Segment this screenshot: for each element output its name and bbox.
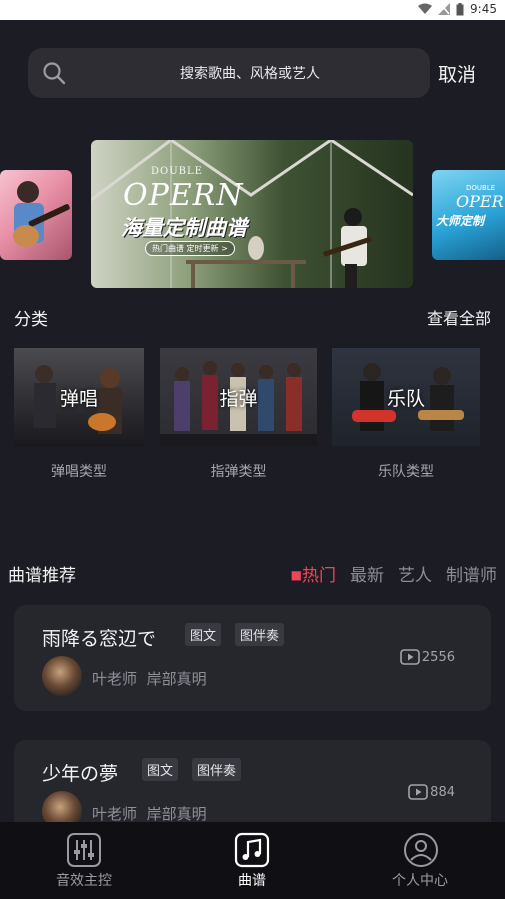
banner-right-peek[interactable]: DOUBLE OPER 大师定制 [432, 170, 505, 260]
category-band[interactable]: 乐队 乐队类型 [332, 348, 480, 481]
tab-artists[interactable]: 艺人 [398, 561, 432, 586]
right-card-brand: OPER [456, 192, 504, 211]
category-caption: 指弹类型 [210, 464, 267, 480]
cancel-button[interactable]: 取消 [438, 60, 476, 87]
recommend-title: 曲谱推荐 [8, 566, 76, 586]
category-thumb-label: 指弹 [219, 387, 258, 410]
category-singing[interactable]: 弹唱 弹唱类型 [14, 348, 144, 481]
bottom-nav: 音效主控 曲谱 个人中心 [0, 822, 505, 899]
music-note-icon [234, 832, 270, 868]
user-icon [404, 833, 438, 867]
avatar [42, 656, 82, 696]
category-thumb-label: 乐队 [386, 387, 425, 410]
banner-main[interactable]: DOUBLE OPERN 海量定制曲谱 热门曲谱 定时更新 > [91, 140, 413, 288]
score-author: 叶老师 岸部真明 [92, 805, 207, 823]
search-row: 取消 [0, 48, 505, 100]
score-tag: 图伴奏 [192, 758, 242, 781]
status-icons: 9:45 [418, 2, 497, 16]
category-caption: 乐队类型 [378, 464, 434, 480]
score-card[interactable]: 雨降る窓辺で 图文 图伴奏 叶老师 岸部真明 2556 [14, 605, 491, 711]
banner-brand-small: DOUBLE [151, 166, 203, 177]
category-thumb: 乐队 [332, 348, 480, 446]
search-input[interactable] [78, 48, 422, 100]
recommend-tabs: ■热门 最新 艺人 制谱师 [291, 561, 497, 586]
category-fingerstyle[interactable]: 指弹 指弹类型 [160, 348, 317, 481]
search-box[interactable] [28, 48, 430, 100]
guitar-girl-image [13, 181, 70, 247]
mixer-icon [67, 833, 101, 867]
tab-arrangers[interactable]: 制谱师 [446, 561, 497, 586]
score-tag: 图伴奏 [235, 623, 285, 646]
nav-label: 音效主控 [56, 873, 112, 889]
banner-left-peek[interactable] [0, 170, 72, 260]
search-icon [43, 62, 66, 85]
tab-hot[interactable]: ■热门 [291, 561, 336, 586]
play-icon [408, 784, 428, 800]
nav-sound-master[interactable]: 音效主控 [0, 822, 168, 899]
banner-pill: 热门曲谱 定时更新 > [145, 241, 235, 256]
category-thumb: 指弹 [160, 348, 317, 446]
play-count: 884 [408, 784, 455, 800]
nav-scores[interactable]: 曲谱 [168, 822, 336, 899]
play-icon [400, 649, 420, 665]
play-count: 2556 [400, 649, 455, 665]
score-author: 叶老师 岸部真明 [92, 670, 207, 688]
no-signal-icon [438, 3, 451, 15]
nav-profile[interactable]: 个人中心 [336, 822, 505, 899]
score-tag: 图文 [185, 623, 222, 646]
status-time: 9:45 [470, 2, 497, 16]
play-count-value: 884 [430, 784, 455, 800]
category-caption: 弹唱类型 [51, 464, 107, 480]
right-card-brand-small: DOUBLE [466, 184, 496, 192]
banner-brand: OPERN [123, 178, 244, 213]
score-title: 雨降る窓辺で [42, 628, 157, 650]
score-title: 少年の夢 [42, 763, 119, 785]
score-tag: 图文 [142, 758, 179, 781]
tab-hot-label: 热门 [302, 566, 336, 586]
status-bar: 9:45 [0, 0, 505, 20]
wifi-icon [418, 3, 433, 14]
banner-headline: 海量定制曲谱 [121, 216, 247, 240]
category-thumb-label: 弹唱 [59, 387, 98, 410]
battery-icon [456, 2, 464, 15]
nav-label: 个人中心 [392, 873, 448, 889]
category-thumb: 弹唱 [14, 348, 144, 446]
categories-title: 分类 [14, 310, 48, 330]
see-all-link[interactable]: 查看全部 [427, 305, 491, 329]
right-card-headline: 大师定制 [436, 214, 485, 228]
nav-label: 曲谱 [238, 873, 266, 889]
tab-latest[interactable]: 最新 [350, 561, 384, 586]
play-count-value: 2556 [421, 649, 455, 665]
